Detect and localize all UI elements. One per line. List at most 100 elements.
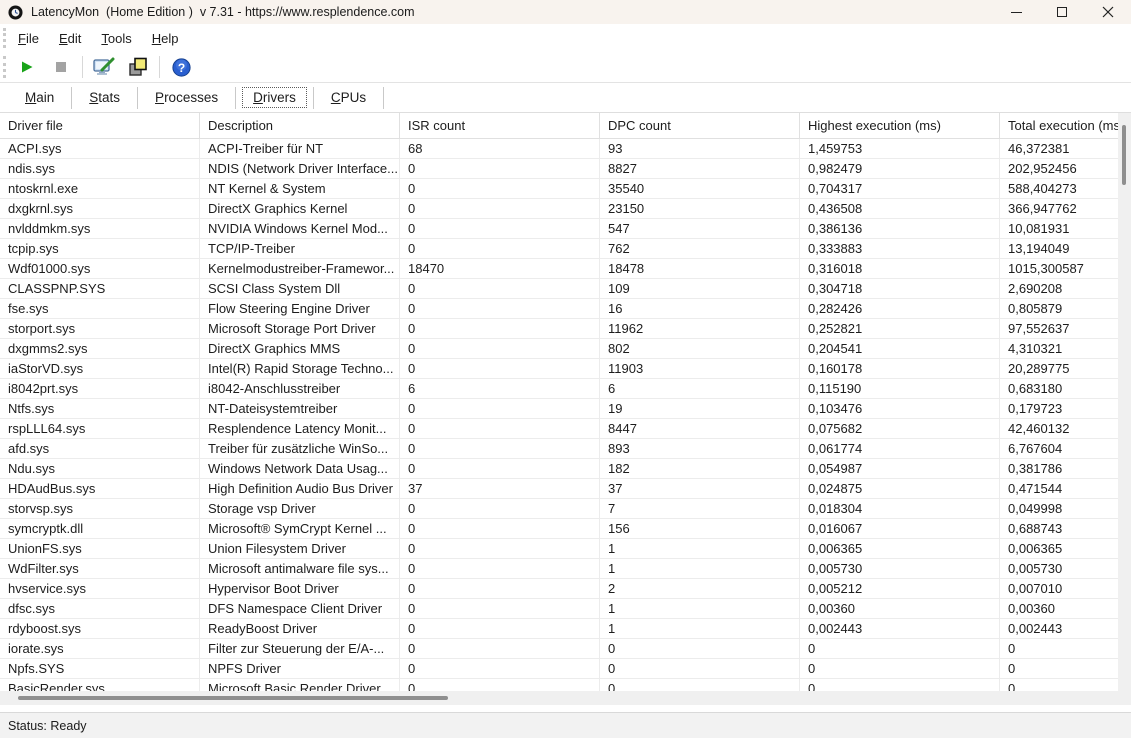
table-row[interactable]: ndis.sys NDIS (Network Driver Interface.… xyxy=(0,159,1131,179)
maximize-button[interactable] xyxy=(1039,0,1085,24)
tab-main[interactable]: Main xyxy=(14,87,65,108)
table-row[interactable]: CLASSPNP.SYS SCSI Class System Dll 0 109… xyxy=(0,279,1131,299)
cell-description: High Definition Audio Bus Driver xyxy=(200,479,400,498)
cell-total-execution: 0,005730 xyxy=(1008,561,1063,576)
cell-dpc-count: 8827 xyxy=(600,159,800,178)
table-row[interactable]: rspLLL64.sys Resplendence Latency Monit.… xyxy=(0,419,1131,439)
cell-driver-file: nvlddmkm.sys xyxy=(0,219,200,238)
cell-total-execution: 10,081931 xyxy=(1008,221,1070,236)
menu-help[interactable]: Help xyxy=(144,28,187,49)
table-body: ACPI.sys ACPI-Treiber für NT 68 93 1,459… xyxy=(0,139,1131,691)
cell-isr-count: 0 xyxy=(400,499,600,518)
cell-isr-count: 0 xyxy=(400,299,600,318)
table-row[interactable]: storvsp.sys Storage vsp Driver 0 7 0,018… xyxy=(0,499,1131,519)
table-row[interactable]: nvlddmkm.sys NVIDIA Windows Kernel Mod..… xyxy=(0,219,1131,239)
table-row[interactable]: dfsc.sys DFS Namespace Client Driver 0 1… xyxy=(0,599,1131,619)
tab-drivers[interactable]: Drivers xyxy=(242,87,307,108)
column-header-description[interactable]: Description xyxy=(200,113,400,138)
cell-highest-execution: 0,005212 xyxy=(800,579,1000,598)
table-row[interactable]: ntoskrnl.exe NT Kernel & System 0 35540 … xyxy=(0,179,1131,199)
cell-total-execution: 13,194049 xyxy=(1008,241,1070,256)
table-row[interactable]: WdFilter.sys Microsoft antimalware file … xyxy=(0,559,1131,579)
table-row[interactable]: BasicRender.sys Microsoft Basic Render D… xyxy=(0,679,1131,691)
cell-isr-count: 0 xyxy=(400,219,600,238)
table-row[interactable]: Ndu.sys Windows Network Data Usag... 0 1… xyxy=(0,459,1131,479)
cell-description: Microsoft Basic Render Driver xyxy=(200,679,400,691)
cell-isr-count: 0 xyxy=(400,519,600,538)
tab-separator xyxy=(235,86,237,109)
options-button[interactable] xyxy=(89,55,119,79)
cell-isr-count: 0 xyxy=(400,659,600,678)
table-row[interactable]: afd.sys Treiber für zusätzliche WinSo...… xyxy=(0,439,1131,459)
column-header-driver-file[interactable]: Driver file xyxy=(0,113,200,138)
cell-isr-count: 0 xyxy=(400,639,600,658)
help-button[interactable]: ? xyxy=(166,55,196,79)
column-header-dpc-count[interactable]: DPC count xyxy=(600,113,800,138)
table-row[interactable]: rdyboost.sys ReadyBoost Driver 0 1 0,002… xyxy=(0,619,1131,639)
cell-total-execution: 2,690208 xyxy=(1008,281,1063,296)
table-row[interactable]: UnionFS.sys Union Filesystem Driver 0 1 … xyxy=(0,539,1131,559)
table-row[interactable]: symcryptk.dll Microsoft® SymCrypt Kernel… xyxy=(0,519,1131,539)
cell-description: DFS Namespace Client Driver xyxy=(200,599,400,618)
cell-dpc-count: 93 xyxy=(600,139,800,158)
table-row[interactable]: iorate.sys Filter zur Steuerung der E/A-… xyxy=(0,639,1131,659)
close-button[interactable] xyxy=(1085,0,1131,24)
help-icon: ? xyxy=(171,57,191,77)
tab-processes[interactable]: Processes xyxy=(144,87,229,108)
cell-total-execution: 6,767604 xyxy=(1008,441,1063,456)
cell-highest-execution: 0,436508 xyxy=(800,199,1000,218)
vertical-scrollbar[interactable] xyxy=(1118,113,1131,691)
tab-cpus[interactable]: CPUs xyxy=(320,87,377,108)
column-header-isr-count[interactable]: ISR count xyxy=(400,113,600,138)
cell-total-execution: 0,471544 xyxy=(1008,481,1063,496)
table-row[interactable]: tcpip.sys TCP/IP-Treiber 0 762 0,333883 … xyxy=(0,239,1131,259)
column-header-highest-execution[interactable]: Highest execution (ms) xyxy=(800,113,1000,138)
cell-driver-file: storport.sys xyxy=(0,319,200,338)
cell-isr-count: 0 xyxy=(400,179,600,198)
cell-driver-file: iorate.sys xyxy=(0,639,200,658)
cell-driver-file: Wdf01000.sys xyxy=(0,259,200,278)
table-row[interactable]: Ntfs.sys NT-Dateisystemtreiber 0 19 0,10… xyxy=(0,399,1131,419)
window-controls xyxy=(993,0,1131,24)
table-row[interactable]: dxgkrnl.sys DirectX Graphics Kernel 0 23… xyxy=(0,199,1131,219)
table-row[interactable]: Wdf01000.sys Kernelmodustreiber-Framewor… xyxy=(0,259,1131,279)
cell-description: Microsoft® SymCrypt Kernel ... xyxy=(200,519,400,538)
toolbar: ? xyxy=(0,52,1131,83)
table-row[interactable]: fse.sys Flow Steering Engine Driver 0 16… xyxy=(0,299,1131,319)
table-row[interactable]: HDAudBus.sys High Definition Audio Bus D… xyxy=(0,479,1131,499)
menu-edit[interactable]: Edit xyxy=(51,28,89,49)
cell-highest-execution: 0,002443 xyxy=(800,619,1000,638)
cell-total-execution: 1015,300587 xyxy=(1008,261,1084,276)
table-row[interactable]: storport.sys Microsoft Storage Port Driv… xyxy=(0,319,1131,339)
cell-isr-count: 0 xyxy=(400,199,600,218)
copy-report-button[interactable] xyxy=(123,55,153,79)
table-row[interactable]: iaStorVD.sys Intel(R) Rapid Storage Tech… xyxy=(0,359,1131,379)
minimize-button[interactable] xyxy=(993,0,1039,24)
cell-description: ReadyBoost Driver xyxy=(200,619,400,638)
cell-dpc-count: 11962 xyxy=(600,319,800,338)
cell-driver-file: iaStorVD.sys xyxy=(0,359,200,378)
start-monitor-button[interactable] xyxy=(12,55,42,79)
column-header-total-execution[interactable]: Total execution (ms) xyxy=(1000,113,1131,138)
table-row[interactable]: hvservice.sys Hypervisor Boot Driver 0 2… xyxy=(0,579,1131,599)
cell-dpc-count: 11903 xyxy=(600,359,800,378)
stop-monitor-button[interactable] xyxy=(46,55,76,79)
table-row[interactable]: Npfs.SYS NPFS Driver 0 0 0 0 xyxy=(0,659,1131,679)
menu-file[interactable]: File xyxy=(10,28,47,49)
cell-driver-file: symcryptk.dll xyxy=(0,519,200,538)
table-row[interactable]: dxgmms2.sys DirectX Graphics MMS 0 802 0… xyxy=(0,339,1131,359)
cell-highest-execution: 0,982479 xyxy=(800,159,1000,178)
horizontal-scrollbar-thumb[interactable] xyxy=(18,696,448,700)
cell-highest-execution: 1,459753 xyxy=(800,139,1000,158)
cell-driver-file: ACPI.sys xyxy=(0,139,200,158)
table-row[interactable]: ACPI.sys ACPI-Treiber für NT 68 93 1,459… xyxy=(0,139,1131,159)
cell-dpc-count: 2 xyxy=(600,579,800,598)
vertical-scrollbar-thumb[interactable] xyxy=(1122,125,1126,185)
cell-highest-execution: 0,386136 xyxy=(800,219,1000,238)
tab-stats[interactable]: Stats xyxy=(78,87,131,108)
cell-isr-count: 0 xyxy=(400,339,600,358)
cell-highest-execution: 0,075682 xyxy=(800,419,1000,438)
table-row[interactable]: i8042prt.sys i8042-Anschlusstreiber 6 6 … xyxy=(0,379,1131,399)
menu-tools[interactable]: Tools xyxy=(93,28,139,49)
horizontal-scrollbar[interactable] xyxy=(0,691,1131,705)
